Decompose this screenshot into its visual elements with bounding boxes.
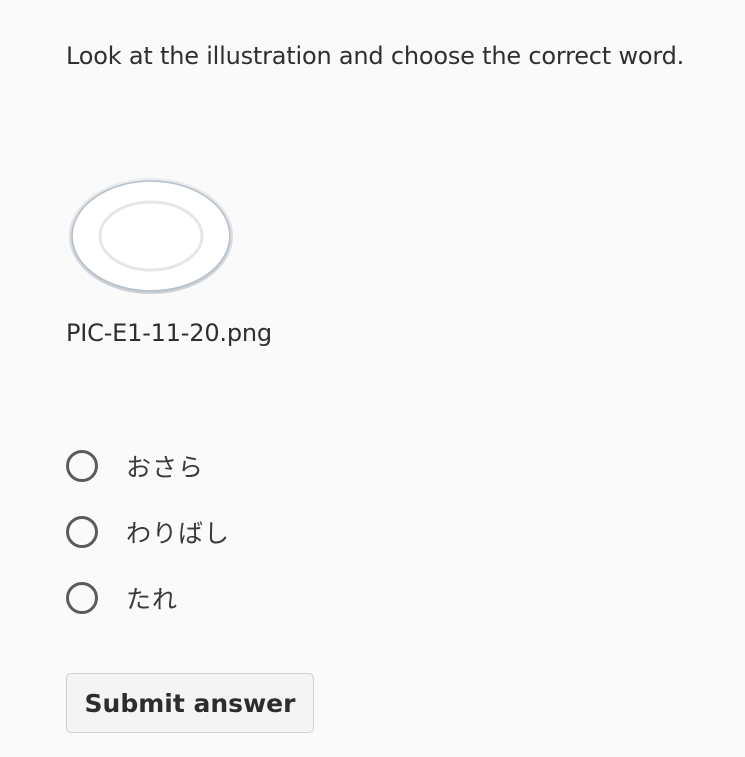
answer-option-1[interactable]: おさら <box>66 447 230 485</box>
question-prompt: Look at the illustration and choose the … <box>66 42 685 70</box>
plate-icon <box>69 178 233 294</box>
submit-answer-button[interactable]: Submit answer <box>66 673 314 733</box>
radio-button[interactable] <box>66 516 98 548</box>
answer-option-label: たれ <box>126 585 179 614</box>
illustration-filename: PIC-E1-11-20.png <box>66 319 272 347</box>
answer-option-2[interactable]: わりばし <box>66 513 230 551</box>
radio-button[interactable] <box>66 450 98 482</box>
answer-option-label: おさら <box>126 453 205 482</box>
answer-option-3[interactable]: たれ <box>66 579 230 617</box>
answer-options: おさら わりばし たれ <box>66 447 230 645</box>
answer-option-label: わりばし <box>126 519 231 548</box>
radio-button[interactable] <box>66 582 98 614</box>
